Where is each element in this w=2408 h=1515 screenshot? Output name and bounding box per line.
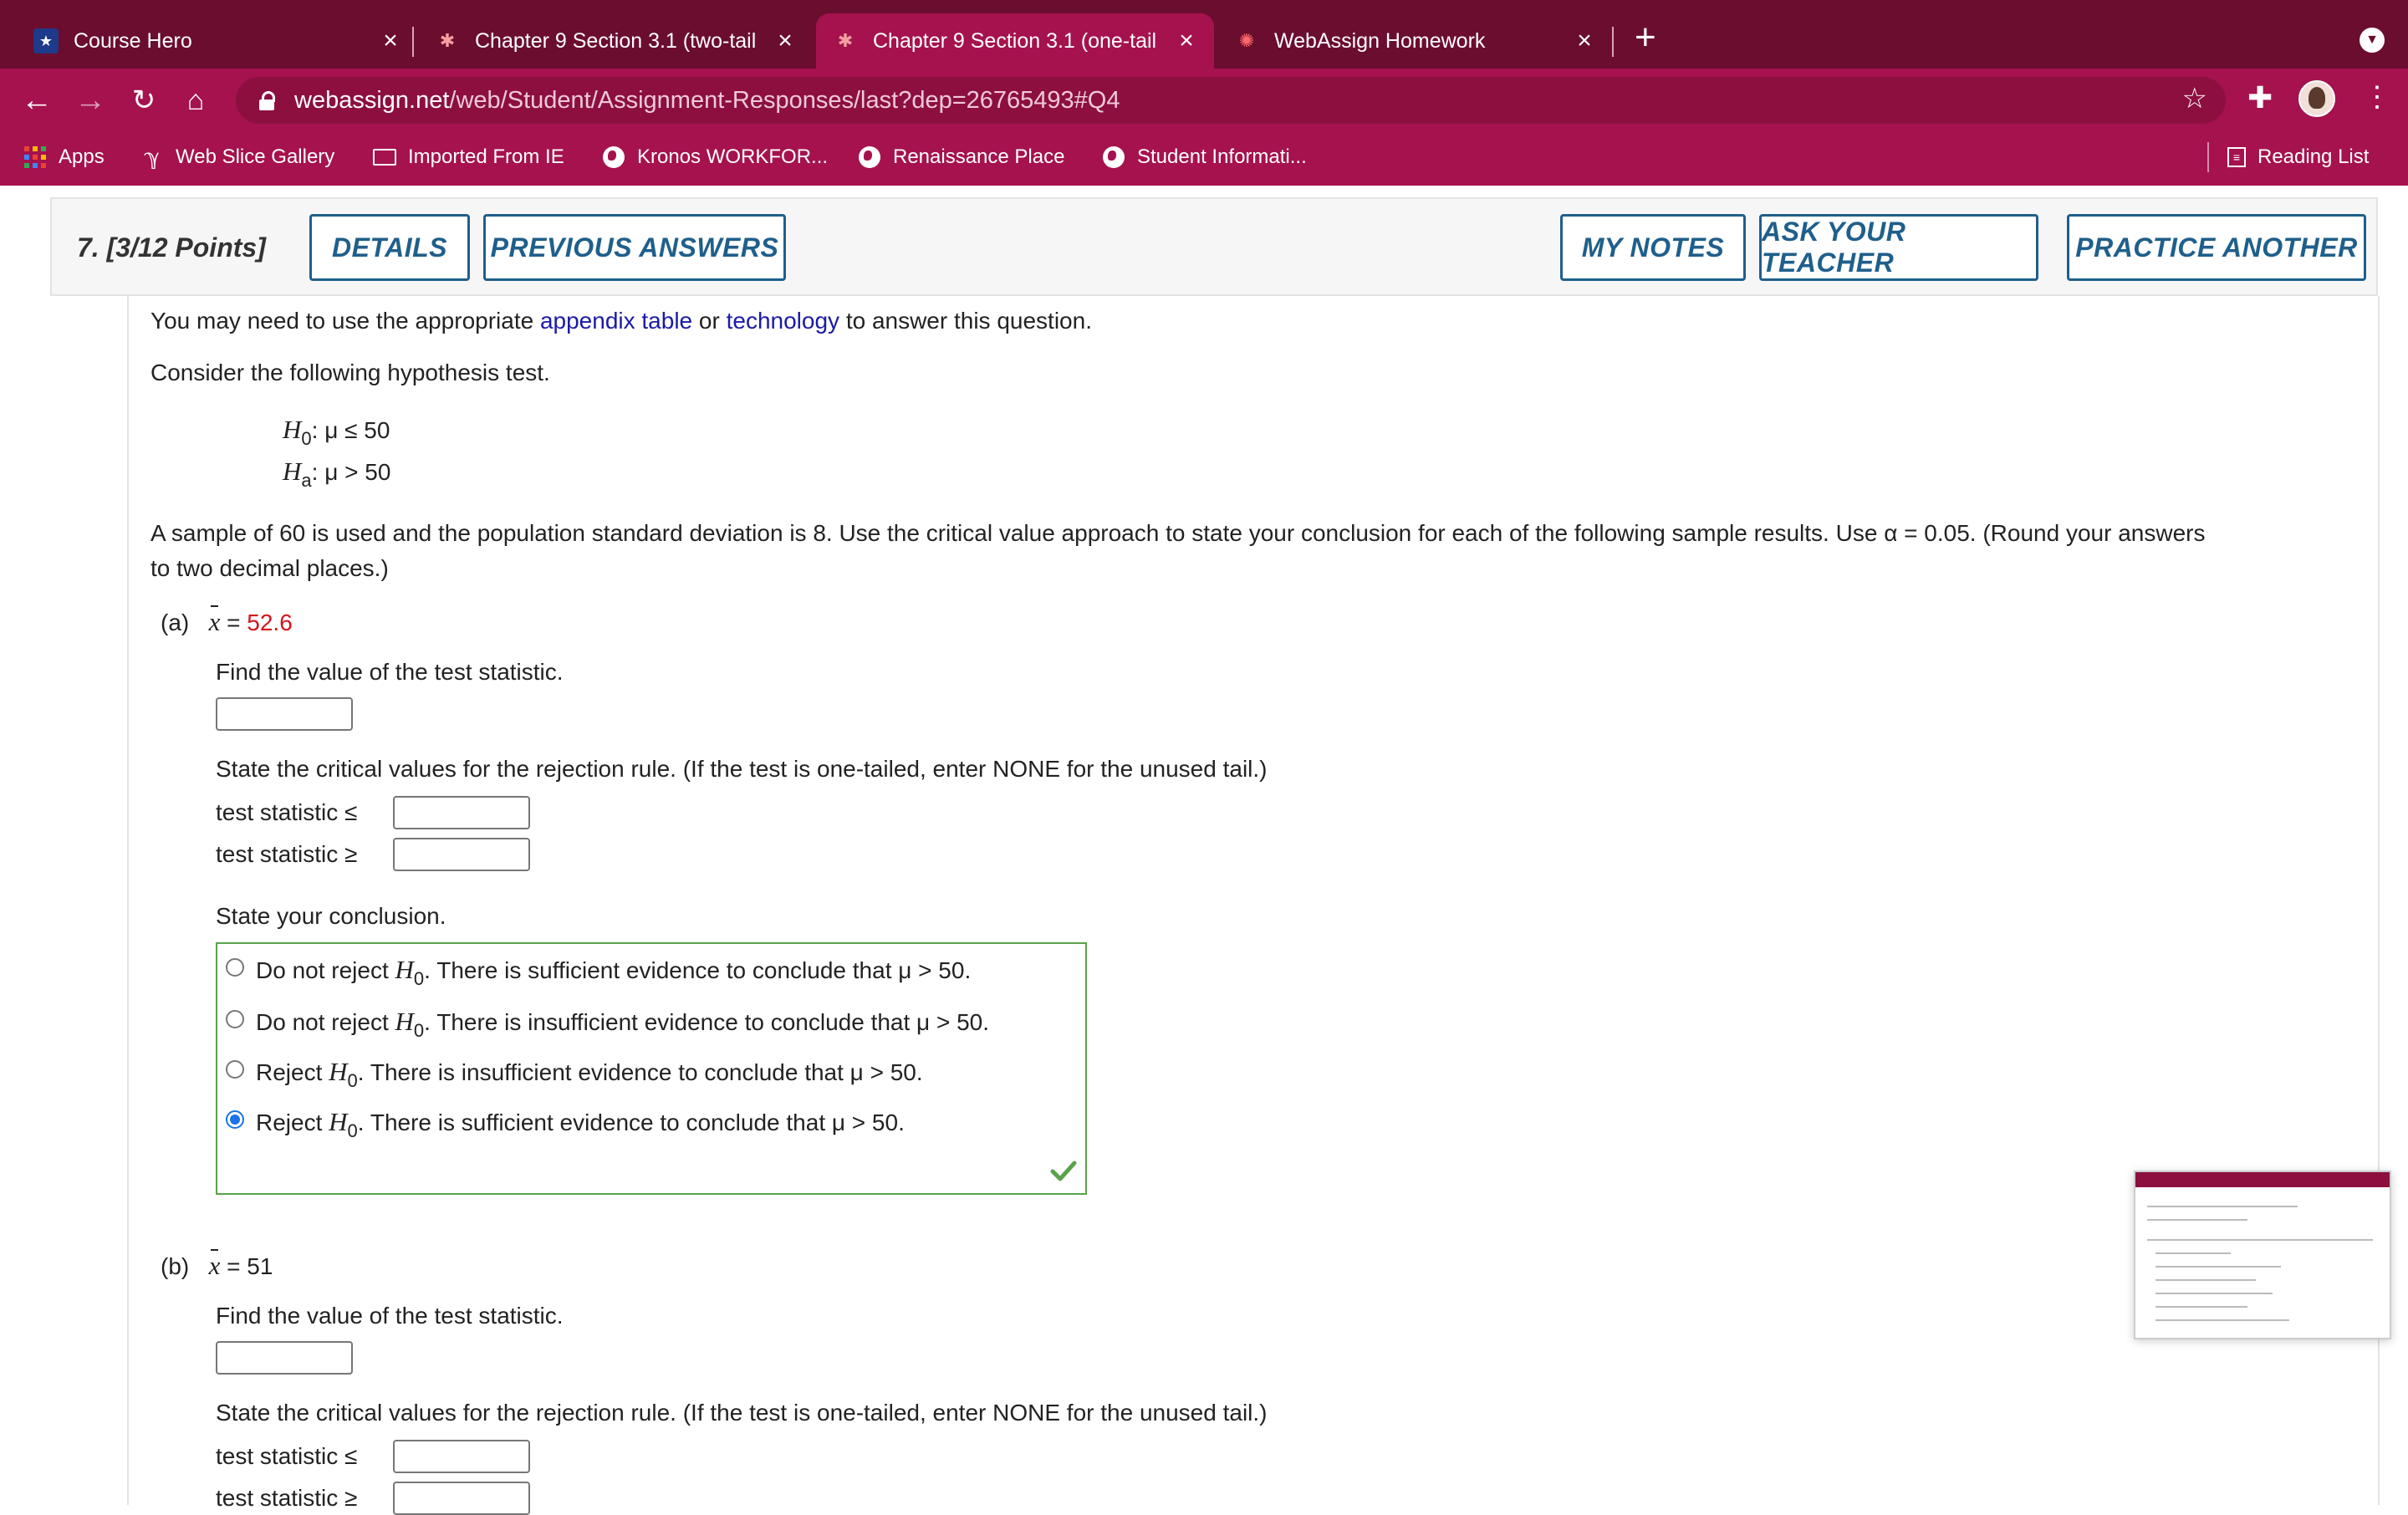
tab-chapter9-two-tail[interactable]: ✱ Chapter 9 Section 3.1 (two-tail × (418, 13, 813, 69)
folder-icon (373, 145, 396, 169)
bookmark-kronos[interactable]: Kronos WORKFOR... (602, 145, 828, 169)
part-a-label: (a) x = 52.6 (161, 605, 293, 636)
tab-strip: ★ Course Hero × ✱ Chapter 9 Section 3.1 … (0, 0, 2408, 69)
part-a-upper-critical-input[interactable] (393, 838, 530, 871)
conclusion-option-2: Do not reject H0. There is insufficient … (256, 1007, 990, 1041)
part-b-lower-critical-input[interactable] (393, 1440, 530, 1473)
previous-answers-button[interactable]: PREVIOUS ANSWERS (483, 214, 786, 281)
part-a-lower-critical-input[interactable] (393, 796, 530, 829)
prompt-text-line2: to two decimal places.) (150, 555, 389, 581)
alternative-hypothesis: Ha: μ > 50 (283, 457, 391, 491)
new-tab-button[interactable]: + (1635, 17, 1656, 59)
conclusion-option-4: Reject H0. There is sufficient evidence … (256, 1107, 905, 1141)
question-header: 7. [3/12 Points] DETAILS PREVIOUS ANSWER… (50, 197, 2378, 296)
correct-checkmark-icon (1050, 1160, 1077, 1181)
close-tab-icon[interactable]: × (376, 27, 405, 55)
part-a-xbar-value: 52.6 (247, 610, 293, 635)
apps-grid-icon (23, 145, 47, 169)
part-a-ts-ge-label: test statistic ≥ (216, 841, 358, 867)
bookmarks-bar: Apps ℽ Web Slice Gallery Imported From I… (0, 132, 2408, 186)
null-hypothesis: H0: μ ≤ 50 (283, 415, 390, 449)
browser-menu-icon[interactable]: ⋮ (2363, 80, 2391, 114)
xbar-symbol: x (208, 605, 221, 636)
bookmark-student-information[interactable]: Student Informati... (1102, 145, 1307, 169)
tab-chapter9-one-tail[interactable]: ✱ Chapter 9 Section 3.1 (one-tail × (816, 13, 1214, 69)
part-b-label: (b) x = 51 (161, 1249, 273, 1280)
webassign-icon: ✱ (439, 30, 456, 51)
reload-icon[interactable]: ↻ (122, 79, 166, 122)
ask-your-teacher-button[interactable]: ASK YOUR TEACHER (1759, 214, 2038, 281)
webassign-icon: ✱ (837, 30, 854, 51)
conclusion-option-1: Do not reject H0. There is sufficient ev… (256, 955, 972, 989)
part-a-ts-le-label: test statistic ≤ (216, 799, 358, 825)
prompt-text-line1: A sample of 60 is used and the populatio… (150, 520, 2206, 546)
part-b-xbar-value: 51 (247, 1253, 273, 1279)
reading-list-button[interactable]: ≡ Reading List (2227, 145, 2369, 169)
part-b-test-statistic-input[interactable] (216, 1341, 353, 1375)
globe-icon (858, 145, 881, 169)
appendix-table-link[interactable]: appendix table (540, 308, 692, 334)
tab-webassign-homework[interactable]: ✺ WebAssign Homework × (1217, 13, 1612, 69)
bookmark-apps[interactable]: Apps (23, 145, 105, 169)
part-b-ts-le-label: test statistic ≤ (216, 1443, 358, 1469)
address-bar[interactable]: webassign.net/web/Student/Assignment-Res… (236, 77, 2226, 124)
part-a-conclusion-label: State your conclusion. (216, 903, 446, 929)
part-a-test-statistic-input[interactable] (216, 697, 353, 731)
conclusion-option-1-radio[interactable] (226, 958, 244, 977)
screenshot-thumbnail[interactable] (2134, 1171, 2391, 1339)
profile-avatar[interactable] (2298, 80, 2335, 117)
consider-text: Consider the following hypothesis test. (150, 360, 550, 385)
part-b-critical-values-text: State the critical values for the reject… (216, 1400, 1268, 1426)
url-domain: webassign.net (294, 86, 450, 114)
star-icon: ★ (33, 28, 59, 54)
part-a-critical-values-text: State the critical values for the reject… (216, 756, 1268, 782)
close-tab-icon[interactable]: × (771, 27, 799, 55)
browser-toolbar: ← → ↻ ⌂ webassign.net/web/Student/Assign… (0, 69, 2408, 132)
close-tab-icon[interactable]: × (1172, 27, 1201, 55)
my-notes-button[interactable]: MY NOTES (1560, 214, 1746, 281)
question-points: [3/12 Points] (106, 232, 266, 263)
tab-search-icon[interactable]: ▼ (2360, 28, 2385, 53)
practice-another-button[interactable]: PRACTICE ANOTHER (2067, 214, 2366, 281)
xbar-symbol: x (208, 1249, 221, 1280)
back-icon[interactable]: ← (15, 79, 59, 122)
part-a-find-statistic: Find the value of the test statistic. (216, 659, 564, 685)
technology-link[interactable]: technology (727, 308, 839, 334)
conclusion-option-4-radio[interactable] (226, 1110, 244, 1129)
conclusion-option-2-radio[interactable] (226, 1010, 244, 1028)
bookmark-renaissance-place[interactable]: Renaissance Place (858, 145, 1064, 169)
intro-text: You may need to use the appropriate appe… (150, 308, 1092, 334)
tab-course-hero[interactable]: ★ Course Hero × (17, 13, 418, 69)
extensions-puzzle-icon[interactable]: ✚ (2247, 80, 2273, 115)
part-b-upper-critical-input[interactable] (393, 1482, 530, 1515)
forward-icon[interactable]: → (69, 79, 112, 122)
bookmark-star-icon[interactable]: ☆ (2182, 82, 2207, 115)
webassign-icon: ✺ (1238, 30, 1255, 51)
home-icon[interactable]: ⌂ (174, 79, 217, 122)
bookmark-imported-from-ie[interactable]: Imported From IE (373, 145, 564, 169)
details-button[interactable]: DETAILS (309, 214, 470, 281)
lock-icon (259, 91, 275, 110)
part-b-ts-ge-label: test statistic ≥ (216, 1485, 358, 1511)
globe-icon (1102, 145, 1125, 169)
question-number: 7. (77, 232, 99, 263)
bookmark-web-slice-gallery[interactable]: ℽ Web Slice Gallery (140, 144, 335, 170)
reading-list-icon: ≡ (2227, 147, 2246, 167)
web-slice-icon: ℽ (144, 144, 161, 170)
part-b-find-statistic: Find the value of the test statistic. (216, 1303, 564, 1329)
close-tab-icon[interactable]: × (1570, 27, 1599, 55)
conclusion-option-3: Reject H0. There is insufficient evidenc… (256, 1057, 923, 1091)
url-path: /web/Student/Assignment-Responses/last?d… (449, 86, 1120, 114)
globe-icon (602, 145, 625, 169)
conclusion-option-3-radio[interactable] (226, 1060, 244, 1079)
